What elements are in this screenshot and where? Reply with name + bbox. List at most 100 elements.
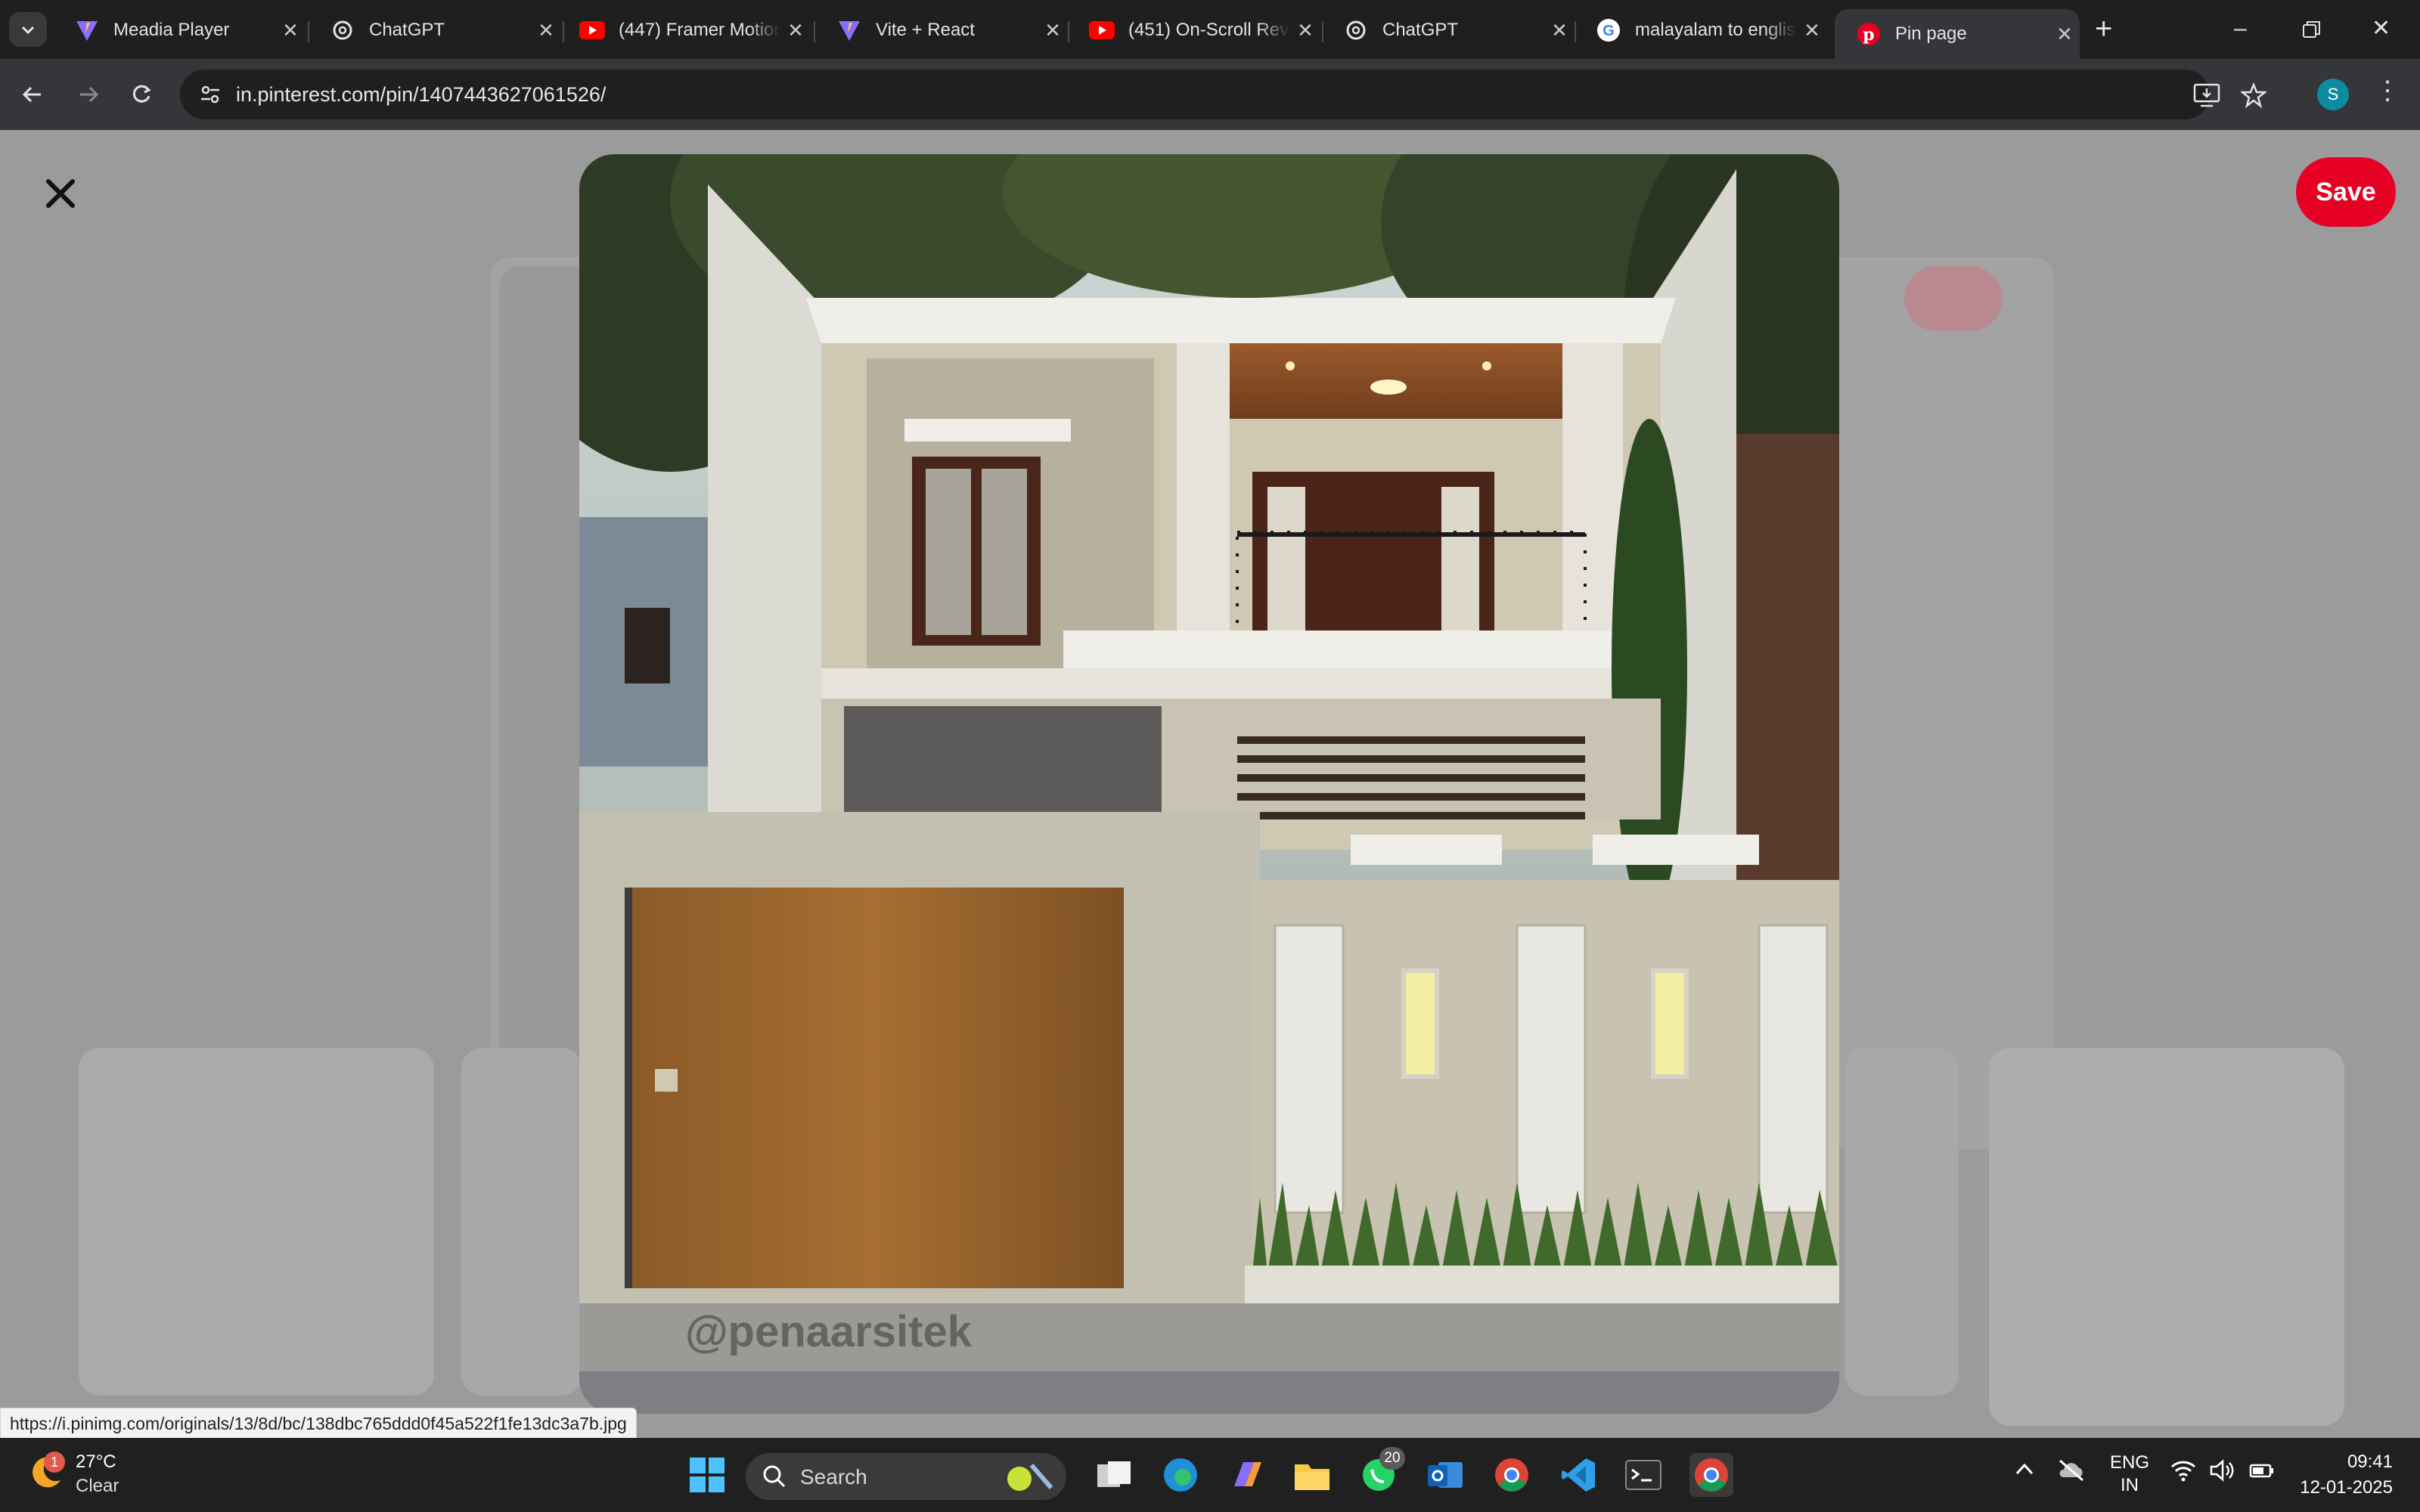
tab[interactable]: ChatGPT ✕	[1322, 6, 1575, 54]
youtube-icon	[579, 17, 605, 43]
outlook-button[interactable]	[1423, 1453, 1467, 1497]
back-button[interactable]	[14, 76, 51, 113]
arrow-left-icon	[22, 86, 41, 103]
folder-icon	[1295, 1464, 1329, 1490]
tab[interactable]: (451) On-Scroll Reveal ✕	[1068, 6, 1320, 54]
arrow-right-icon	[80, 86, 99, 103]
chatgpt-icon	[330, 17, 355, 43]
site-info-button[interactable]	[192, 76, 228, 113]
image-watermark: @penaarsitek	[685, 1307, 972, 1356]
language-indicator[interactable]: ENG IN	[2110, 1452, 2149, 1497]
tab-title: ChatGPT	[1382, 20, 1459, 40]
tab-title: Vite + React	[876, 20, 975, 40]
taskbar-search[interactable]: Search	[746, 1453, 1066, 1500]
weather-badge: 1	[44, 1452, 65, 1473]
minimize-button[interactable]: –	[2234, 14, 2247, 44]
close-icon[interactable]: ✕	[1544, 19, 1575, 42]
close-button[interactable]	[39, 172, 82, 215]
more-menu-icon[interactable]: ⋮	[2375, 76, 2400, 106]
tab[interactable]: Vite + React ✕	[815, 6, 1068, 54]
install-app-button[interactable]	[2192, 80, 2222, 110]
page-content: Save @penaarsitek https://i.pinimg.com/o…	[0, 130, 2420, 1438]
tab-title: (451) On-Scroll Reveal	[1128, 20, 1290, 40]
reload-icon	[132, 85, 151, 103]
youtube-icon	[1089, 17, 1115, 43]
close-icon[interactable]: ✕	[1797, 19, 1827, 42]
chrome-profile-button[interactable]	[1689, 1453, 1733, 1497]
new-tab-button[interactable]: +	[2095, 14, 2112, 44]
tab-search-button[interactable]	[9, 12, 47, 47]
tab-active[interactable]: p Pin page ✕	[1835, 9, 2080, 59]
close-icon[interactable]: ✕	[1290, 19, 1320, 42]
close-icon	[46, 179, 75, 208]
vscode-icon	[1562, 1458, 1595, 1492]
background-related-pin	[1989, 1048, 2344, 1426]
pin-image[interactable]: @penaarsitek	[579, 154, 1839, 1414]
terminal-button[interactable]	[1621, 1453, 1665, 1497]
save-button[interactable]: Save	[2296, 157, 2396, 227]
volume-icon	[2210, 1459, 2234, 1482]
profile-avatar[interactable]: S	[2317, 79, 2349, 110]
close-icon[interactable]: ✕	[780, 19, 811, 42]
tab-title: ChatGPT	[369, 20, 445, 40]
tennis-icon	[1007, 1464, 1053, 1491]
reload-button[interactable]	[123, 76, 160, 113]
edge-button[interactable]	[1159, 1453, 1202, 1497]
copilot-button[interactable]	[1225, 1453, 1269, 1497]
whatsapp-badge: 20	[1379, 1447, 1405, 1470]
tab[interactable]: Meadia Player ✕	[53, 6, 306, 54]
address-bar[interactable]: in.pinterest.com/pin/1407443627061526/	[180, 70, 2266, 119]
chatgpt-icon	[1343, 17, 1369, 43]
edge-icon	[1164, 1458, 1197, 1492]
tab-strip: Meadia Player ✕ ChatGPT ✕ (447) Framer M…	[0, 0, 2420, 59]
language-top: ENG	[2110, 1452, 2150, 1473]
tab[interactable]: ChatGPT ✕	[309, 6, 561, 54]
restore-button[interactable]	[2302, 14, 2322, 48]
close-window-button[interactable]: ✕	[2372, 14, 2391, 44]
background-related-pin	[79, 1048, 434, 1396]
forward-button[interactable]	[70, 76, 107, 113]
background-related-pin	[1845, 1048, 1959, 1396]
task-view-button[interactable]	[1092, 1453, 1136, 1497]
pinterest-icon: p	[1856, 21, 1882, 47]
tab-title: Meadia Player	[113, 20, 230, 40]
tune-icon	[201, 85, 219, 104]
whatsapp-button[interactable]: 20	[1357, 1447, 1405, 1497]
close-icon[interactable]: ✕	[531, 19, 561, 42]
status-bar-url: https://i.pinimg.com/originals/13/8d/bc/…	[0, 1408, 637, 1438]
close-icon[interactable]: ✕	[1038, 19, 1068, 42]
clock-date[interactable]: 12-01-2025	[2290, 1477, 2393, 1498]
cloud-off-icon	[2059, 1459, 2083, 1482]
bookmark-button[interactable]	[2238, 80, 2269, 110]
close-icon[interactable]: ✕	[275, 19, 306, 42]
tab[interactable]: G malayalam to english ✕	[1575, 6, 1827, 54]
onedrive-button[interactable]	[2057, 1459, 2086, 1487]
quick-settings-button[interactable]	[2170, 1459, 2275, 1482]
restore-icon	[2303, 21, 2320, 38]
windows-taskbar: 1 27°C Clear Search 20 ENG IN 09:41 12-0…	[0, 1438, 2420, 1512]
weather-temperature: 27°C	[76, 1452, 116, 1472]
start-button[interactable]	[685, 1453, 729, 1497]
terminal-icon	[1625, 1460, 1661, 1490]
chrome-button[interactable]	[1490, 1453, 1534, 1497]
weather-widget[interactable]: 1	[27, 1452, 65, 1491]
language-bottom: IN	[2121, 1475, 2139, 1495]
background-related-pin	[461, 1048, 582, 1396]
taskbar-search-label: Search	[800, 1465, 867, 1489]
file-explorer-button[interactable]	[1290, 1453, 1334, 1497]
search-icon	[763, 1465, 786, 1488]
clock-time[interactable]: 09:41	[2302, 1452, 2393, 1473]
star-icon	[2241, 82, 2266, 108]
weather-condition: Clear	[76, 1476, 119, 1496]
vite-icon	[836, 17, 862, 43]
url-text[interactable]: in.pinterest.com/pin/1407443627061526/	[236, 83, 606, 107]
background-save-pill	[1904, 266, 2003, 331]
vscode-button[interactable]	[1556, 1453, 1600, 1497]
house-render-illustration	[579, 154, 1839, 1414]
install-app-icon	[2193, 83, 2220, 107]
close-icon[interactable]: ✕	[2049, 23, 2080, 46]
battery-icon	[2249, 1464, 2273, 1478]
tab[interactable]: (447) Framer Motion ✕	[558, 6, 811, 54]
tab-title: (447) Framer Motion	[619, 20, 780, 40]
show-hidden-icons-button[interactable]	[2015, 1461, 2034, 1482]
